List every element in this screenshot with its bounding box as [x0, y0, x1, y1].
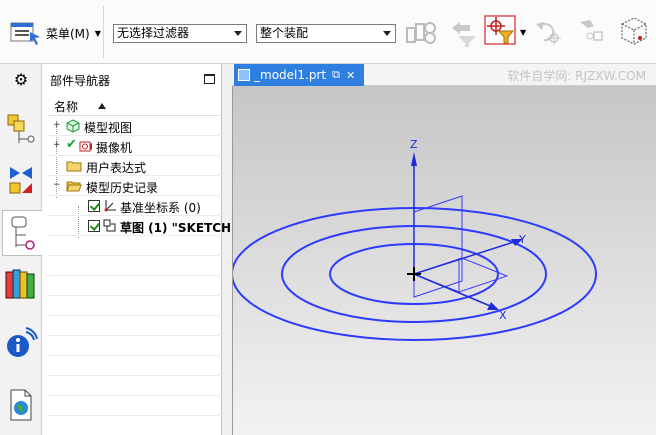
selection-filter-value: 无选择过滤器 — [117, 26, 190, 40]
model-view-cube-icon — [66, 119, 80, 133]
tree-rows: + 模型视图 + ✔ 摄像机 用户表达式 − 模型历史记录 基准坐标系 (0) … — [48, 116, 231, 435]
tree-empty-row — [48, 316, 222, 336]
tree-item-sketch[interactable]: 草图 (1) "SKETCH — [48, 216, 231, 236]
web-browser-tab[interactable] — [2, 382, 40, 428]
tree-empty-row — [48, 376, 222, 396]
tree-empty-row — [48, 336, 222, 356]
document-tab-bar: _model1.prt ⧉ ✕ 软件自学网: RJZXW.COM — [232, 64, 656, 86]
tree-item-label: 模型视图 — [84, 121, 133, 135]
assembly-navigator-icon — [7, 114, 35, 143]
chevron-down-icon[interactable]: ▼ — [520, 28, 526, 37]
assembly-navigator-tab[interactable] — [2, 106, 40, 152]
tab-menu-icon[interactable]: ⧉ — [332, 68, 340, 82]
info-tab[interactable] — [2, 320, 40, 366]
expand-plus-icon[interactable]: + — [53, 141, 61, 150]
tree-item-label: 基准坐标系 (0) — [120, 201, 201, 215]
y-axis-label: Y — [518, 233, 526, 246]
assembly-scope-select[interactable]: 整个装配 — [256, 24, 396, 43]
maximize-icon[interactable] — [204, 74, 215, 84]
wrench-point-icon[interactable] — [576, 14, 610, 48]
tree-item-label: 模型历史记录 — [86, 181, 159, 195]
tree-item-user-expressions[interactable]: 用户表达式 — [48, 156, 222, 176]
info-broadcast-icon — [7, 327, 38, 357]
filter-arrow-icon[interactable] — [446, 14, 480, 48]
tree-empty-row — [48, 276, 222, 296]
chevron-down-icon: ▼ — [94, 28, 101, 38]
tree-item-model-history[interactable]: − 模型历史记录 — [48, 176, 222, 196]
sort-ascending-icon — [98, 103, 106, 109]
datum-csys-icon — [104, 200, 116, 212]
document-tab-label: _model1.prt — [254, 68, 327, 82]
column-header-name[interactable]: 名称 — [48, 96, 222, 116]
part-navigator-panel: 部件导航器 名称 + 模型视图 + ✔ 摄像机 用户表达式 − 模型历史记录 基… — [42, 64, 231, 435]
open-folder-icon — [66, 181, 82, 192]
sketch-drawing: Z Y X — [231, 138, 597, 341]
panel-title: 部件导航器 — [50, 74, 111, 88]
gear-icon: ⚙ — [13, 69, 29, 89]
toolbar-separator — [103, 6, 104, 58]
main-toolbar: 菜单(M) ▼ 无选择过滤器 整个装配 ▼ — [0, 0, 656, 64]
menu-button[interactable]: 菜单(M) ▼ — [10, 20, 101, 46]
watermark: 软件自学网: RJZXW.COM — [507, 69, 646, 83]
selection-filter-select[interactable]: 无选择过滤器 — [113, 24, 247, 43]
tree-empty-row — [48, 396, 222, 416]
sketch-icon — [103, 219, 116, 232]
collapse-minus-icon[interactable]: − — [53, 181, 61, 190]
graphics-window: _model1.prt ⧉ ✕ 软件自学网: RJZXW.COM Z Y X — [231, 64, 656, 435]
tree-item-label: 用户表达式 — [86, 161, 147, 175]
tree-item-datum-csys[interactable]: 基准坐标系 (0) — [48, 196, 222, 216]
visibility-checkbox[interactable] — [88, 220, 100, 232]
close-icon[interactable]: ✕ — [346, 69, 355, 82]
menu-icon — [10, 22, 40, 45]
part-navigator-icon — [11, 216, 35, 250]
column-header-label: 名称 — [54, 100, 79, 114]
chevron-down-icon — [383, 31, 391, 36]
undo-snap-icon[interactable] — [532, 14, 566, 48]
tree-empty-row — [48, 256, 222, 276]
chevron-down-icon — [234, 31, 242, 36]
tree-empty-row — [48, 296, 222, 316]
tree-item-cameras[interactable]: + ✔ 摄像机 — [48, 136, 222, 156]
settings-tab[interactable]: ⚙ — [2, 66, 40, 92]
checkmark-icon: ✔ — [66, 137, 77, 152]
assembly-scope-value: 整个装配 — [260, 26, 309, 40]
web-page-icon — [10, 389, 32, 421]
tree-item-label: 草图 (1) "SKETCH — [120, 221, 232, 235]
part-navigator-tab[interactable] — [2, 210, 42, 256]
resource-bar: ⚙ — [0, 64, 42, 435]
assembly-filter-icon[interactable] — [404, 14, 438, 48]
constraint-navigator-icon — [9, 167, 32, 194]
z-axis-arrow — [411, 152, 417, 166]
part-file-icon — [238, 69, 250, 81]
tree-empty-row — [48, 356, 222, 376]
camera-icon — [79, 141, 92, 152]
reuse-library-tab[interactable] — [2, 260, 40, 306]
menu-label: 菜单(M) — [46, 26, 90, 41]
sketch-plane[interactable] — [413, 195, 463, 298]
visibility-checkbox[interactable] — [88, 200, 100, 212]
constraint-navigator-tab[interactable] — [2, 156, 40, 202]
document-tab[interactable]: _model1.prt ⧉ ✕ — [234, 64, 364, 86]
model-canvas[interactable]: Z Y X — [231, 86, 656, 435]
tree-item-label: 摄像机 — [96, 141, 133, 155]
expand-plus-icon[interactable]: + — [53, 121, 61, 130]
y-axis — [413, 240, 518, 275]
folder-icon — [66, 161, 82, 172]
x-axis-label: X — [499, 309, 507, 322]
tree-empty-row — [48, 416, 222, 435]
library-books-icon — [5, 269, 35, 299]
z-axis-label: Z — [410, 138, 418, 151]
wireframe-cube-icon[interactable] — [616, 14, 650, 48]
tree-item-model-views[interactable]: + 模型视图 — [48, 116, 222, 136]
tree-empty-row — [48, 236, 222, 256]
snap-point-filter-icon[interactable] — [484, 14, 518, 48]
